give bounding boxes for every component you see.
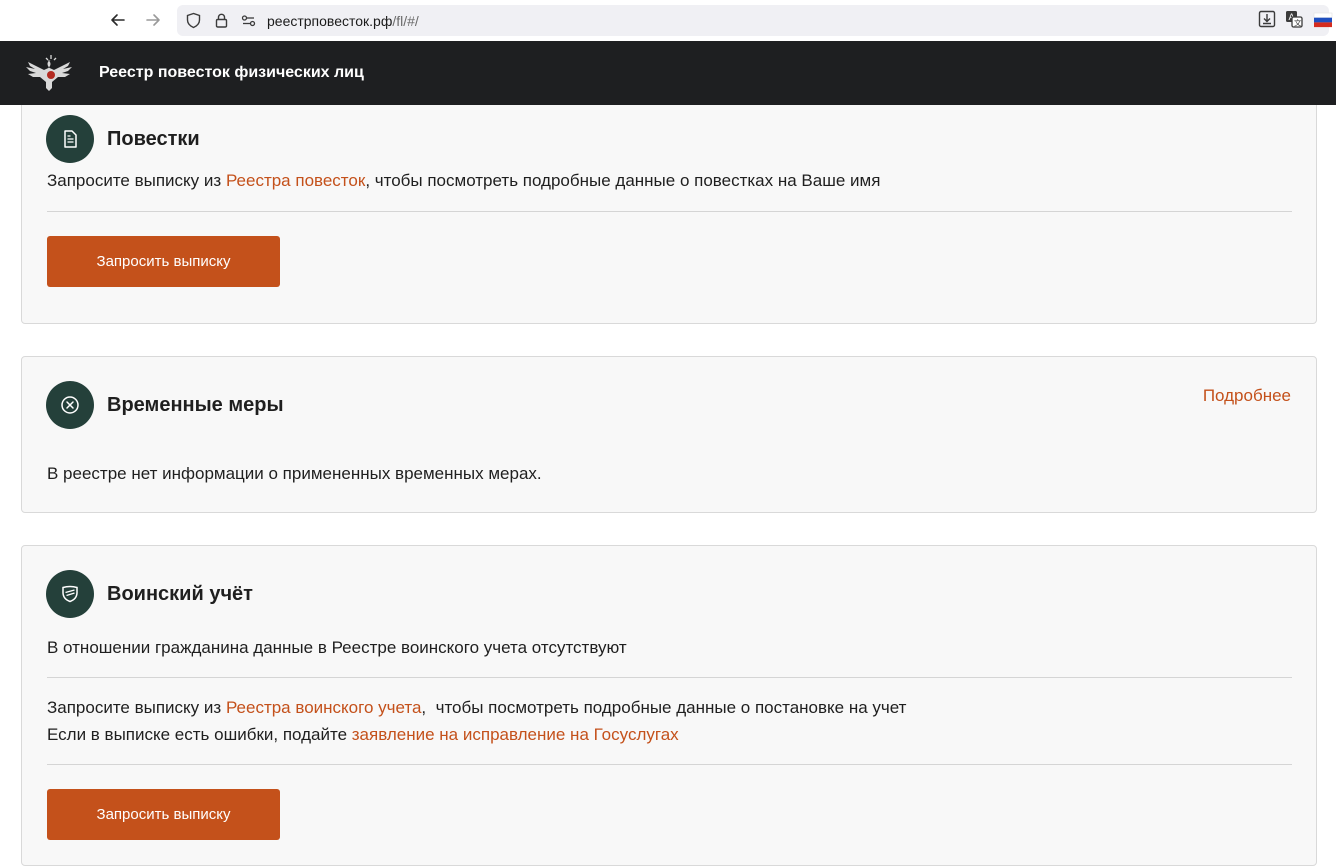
summons-text-after: , чтобы посмотреть подробные данные о по…: [365, 171, 881, 190]
russian-flag-icon[interactable]: [1313, 10, 1333, 30]
emblem-logo[interactable]: [20, 52, 82, 94]
summons-card: Повестки Запросите выписку из Реестра по…: [21, 105, 1317, 324]
summons-text-before: Запросите выписку из: [47, 171, 226, 190]
main-content: Повестки Запросите выписку из Реестра по…: [0, 105, 1336, 866]
url-path: /fl/#/: [392, 13, 419, 29]
site-permissions-icon[interactable]: [240, 12, 257, 29]
military-divider-2: [47, 764, 1292, 765]
save-page-icon[interactable]: [1257, 9, 1277, 29]
lock-icon[interactable]: [213, 12, 230, 29]
temp-measures-card: Временные меры Подробнее В реестре нет и…: [21, 356, 1317, 513]
gosuslugi-correction-link[interactable]: заявление на исправление на Госуслугах: [352, 725, 679, 744]
temp-measures-card-header: Временные меры: [46, 381, 284, 429]
military-icon-circle: [46, 570, 94, 618]
arrow-left-icon: [111, 14, 125, 26]
shield-icon: [62, 585, 78, 603]
back-button[interactable]: [107, 9, 129, 31]
military-registry-link[interactable]: Реестра воинского учета: [226, 698, 421, 717]
temp-measures-icon-circle: [46, 381, 94, 429]
military-line1-after: , чтобы посмотреть подробные данные о по…: [421, 698, 907, 717]
summons-title: Повестки: [107, 127, 200, 150]
summons-card-header: Повестки: [46, 115, 200, 163]
app-title: Реестр повесток физических лиц: [99, 64, 364, 81]
x-circle-icon: [61, 396, 79, 414]
military-line2-before: Если в выписке есть ошибки, подайте: [47, 725, 352, 744]
military-correction-text: Если в выписке есть ошибки, подайте заяв…: [47, 725, 679, 745]
app-header: Реестр повесток физических лиц: [0, 41, 1336, 105]
document-icon: [64, 130, 77, 148]
summons-request-text: Запросите выписку из Реестра повесток, ч…: [47, 171, 880, 191]
temp-measures-text: В реестре нет информации о примененных в…: [47, 464, 542, 483]
summons-icon-circle: [46, 115, 94, 163]
military-divider-1: [47, 677, 1292, 678]
military-request-button[interactable]: Запросить выписку: [47, 789, 280, 840]
military-line1-before: Запросите выписку из: [47, 698, 226, 717]
shield-outline-icon[interactable]: [185, 12, 202, 29]
military-registration-card: Воинский учёт В отношении гражданина дан…: [21, 545, 1317, 866]
summons-registry-link[interactable]: Реестра повесток: [226, 171, 365, 190]
military-card-header: Воинский учёт: [46, 570, 253, 618]
military-title: Воинский учёт: [107, 582, 253, 605]
url-host: реестрповесток.рф: [267, 13, 393, 29]
svg-text:文: 文: [1294, 18, 1302, 28]
summons-divider: [47, 211, 1292, 212]
address-bar[interactable]: реестрповесток.рф/fl/#/ A文: [177, 5, 1333, 36]
forward-button[interactable]: [142, 9, 164, 31]
translate-icon[interactable]: A文: [1284, 9, 1304, 29]
browser-toolbar: реестрповесток.рф/fl/#/ A文: [0, 0, 1336, 41]
arrow-right-icon: [146, 14, 160, 26]
url-text[interactable]: реестрповесток.рф/fl/#/: [267, 13, 419, 29]
military-request-text: Запросите выписку из Реестра воинского у…: [47, 698, 906, 718]
military-status-text: В отношении гражданина данные в Реестре …: [47, 638, 627, 657]
more-link[interactable]: Подробнее: [1203, 386, 1291, 406]
summons-request-button[interactable]: Запросить выписку: [47, 236, 280, 287]
temp-measures-title: Временные меры: [107, 393, 284, 416]
